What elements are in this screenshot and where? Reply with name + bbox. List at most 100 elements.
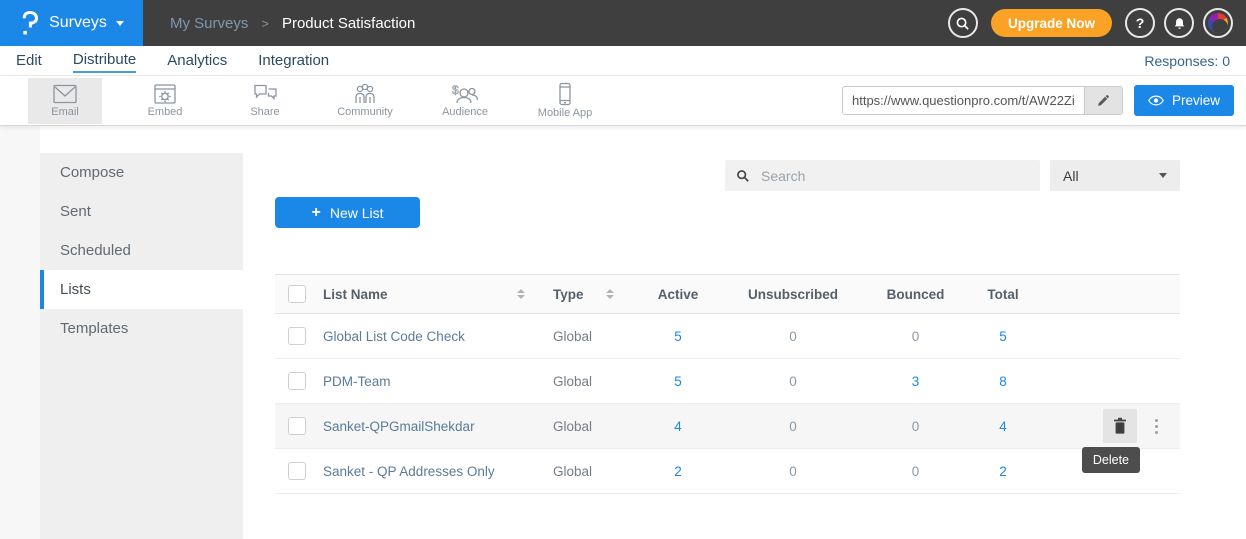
list-name-link[interactable]: PDM-Team xyxy=(323,374,533,389)
tab-integration[interactable]: Integration xyxy=(258,50,329,72)
row-checkbox[interactable] xyxy=(288,327,306,345)
channel-community[interactable]: Community xyxy=(328,78,402,124)
total-count[interactable]: 2 xyxy=(968,464,1038,479)
unsubscribed-count: 0 xyxy=(723,419,863,434)
search-icon xyxy=(736,169,750,183)
table-body: Global List Code CheckGlobal5005PDM-Team… xyxy=(275,314,1180,494)
chevron-down-icon xyxy=(1159,173,1167,178)
delete-list-button[interactable] xyxy=(1103,409,1137,443)
sort-list-name-icon[interactable] xyxy=(517,289,525,299)
search-button[interactable] xyxy=(948,8,978,38)
top-bar: Surveys My Surveys > Product Satisfactio… xyxy=(0,0,1246,46)
tab-analytics[interactable]: Analytics xyxy=(167,50,227,72)
list-filters: All xyxy=(243,153,1246,191)
sidebar-item-compose[interactable]: Compose xyxy=(40,153,243,192)
channel-label: Email xyxy=(51,106,79,118)
active-count[interactable]: 2 xyxy=(633,464,723,479)
row-checkbox[interactable] xyxy=(288,462,306,480)
channel-label: Audience xyxy=(442,106,488,118)
channel-mobile-app[interactable]: Mobile App xyxy=(528,78,602,124)
channel-share[interactable]: Share xyxy=(228,78,302,124)
sidebar-item-sent[interactable]: Sent xyxy=(40,192,243,231)
survey-url-input[interactable] xyxy=(843,87,1084,114)
channel-label: Mobile App xyxy=(538,107,592,119)
total-count[interactable]: 8 xyxy=(968,374,1038,389)
help-button[interactable]: ? xyxy=(1125,8,1155,38)
list-name-link[interactable]: Sanket-QPGmailShekdar xyxy=(323,419,533,434)
active-count[interactable]: 5 xyxy=(633,329,723,344)
pencil-icon xyxy=(1096,94,1110,108)
avatar xyxy=(1208,13,1228,33)
total-count[interactable]: 5 xyxy=(968,329,1038,344)
row-checkbox[interactable] xyxy=(288,372,306,390)
tab-distribute[interactable]: Distribute xyxy=(73,49,136,73)
col-active: Active xyxy=(633,287,723,302)
channel-label: Community xyxy=(337,106,393,118)
col-bounced: Bounced xyxy=(863,287,968,302)
list-type: Global xyxy=(533,329,633,344)
total-count[interactable]: 4 xyxy=(968,419,1038,434)
breadcrumb-current-survey: Product Satisfaction xyxy=(282,15,415,32)
edit-url-button[interactable] xyxy=(1084,87,1122,114)
help-icon: ? xyxy=(1136,15,1145,31)
active-count[interactable]: 5 xyxy=(633,374,723,389)
email-icon xyxy=(52,83,78,105)
active-count[interactable]: 4 xyxy=(633,419,723,434)
survey-nav: Edit Distribute Analytics Integration Respo… xyxy=(0,46,1246,76)
col-list-name: List Name xyxy=(323,287,388,302)
col-total: Total xyxy=(968,287,1038,302)
channel-embed[interactable]: Embed xyxy=(128,78,202,124)
tab-edit[interactable]: Edit xyxy=(16,50,42,72)
breadcrumb-my-surveys[interactable]: My Surveys xyxy=(170,15,248,32)
row-actions xyxy=(1038,359,1180,403)
row-menu-button[interactable] xyxy=(1151,415,1162,438)
account-menu-button[interactable] xyxy=(1203,8,1233,38)
sort-type-icon[interactable] xyxy=(606,289,614,299)
channel-list: Email Embed Share Community $ Audience Mobile … xyxy=(28,78,628,124)
upgrade-now-button[interactable]: Upgrade Now xyxy=(991,9,1112,37)
new-list-button[interactable]: + New List xyxy=(275,197,420,228)
bounced-count: 0 xyxy=(863,329,968,344)
breadcrumb-separator: > xyxy=(261,16,269,31)
row-checkbox[interactable] xyxy=(288,417,306,435)
responses-count[interactable]: Responses: 0 xyxy=(1144,53,1230,69)
notifications-button[interactable] xyxy=(1164,8,1194,38)
sidebar-item-scheduled[interactable]: Scheduled xyxy=(40,231,243,270)
breadcrumb: My Surveys > Product Satisfaction xyxy=(170,15,415,32)
search-input[interactable] xyxy=(759,167,1029,185)
bounced-count[interactable]: 3 xyxy=(863,374,968,389)
sidebar-item-templates[interactable]: Templates xyxy=(40,309,243,348)
list-name-link[interactable]: Global List Code Check xyxy=(323,329,533,344)
col-unsubscribed: Unsubscribed xyxy=(723,287,863,302)
toolbar-right: Preview xyxy=(842,85,1246,116)
search-icon xyxy=(955,16,970,31)
col-type: Type xyxy=(553,287,584,302)
list-type-filter[interactable]: All xyxy=(1050,160,1180,191)
svg-text:$: $ xyxy=(452,83,459,97)
bell-icon xyxy=(1172,16,1187,31)
product-switcher[interactable]: Surveys xyxy=(0,0,143,46)
preview-button[interactable]: Preview xyxy=(1134,85,1234,116)
delete-tooltip: Delete xyxy=(1082,447,1140,473)
channel-email[interactable]: Email xyxy=(28,78,102,124)
list-name-link[interactable]: Sanket - QP Addresses Only xyxy=(323,464,533,479)
audience-icon: $ xyxy=(451,83,479,105)
channel-audience[interactable]: $ Audience xyxy=(428,78,502,124)
select-all-checkbox[interactable] xyxy=(288,285,306,303)
email-sidebar: ComposeSentScheduledListsTemplates xyxy=(40,153,243,539)
nav-tabs: Edit Distribute Analytics Integration xyxy=(16,49,360,73)
row-actions: Delete xyxy=(1038,404,1180,448)
filter-value: All xyxy=(1063,168,1079,184)
lists-content: All + New List List Name Type Active Uns xyxy=(243,153,1246,539)
bounced-count: 0 xyxy=(863,419,968,434)
table-row: Global List Code CheckGlobal5005 xyxy=(275,314,1180,359)
row-actions xyxy=(1038,314,1180,358)
unsubscribed-count: 0 xyxy=(723,374,863,389)
embed-icon xyxy=(153,83,177,105)
list-type: Global xyxy=(533,464,633,479)
left-gutter xyxy=(0,126,40,539)
list-type: Global xyxy=(533,419,633,434)
page-body: ComposeSentScheduledListsTemplates All +… xyxy=(0,126,1246,539)
sidebar-item-lists[interactable]: Lists xyxy=(40,270,243,309)
list-type: Global xyxy=(533,374,633,389)
